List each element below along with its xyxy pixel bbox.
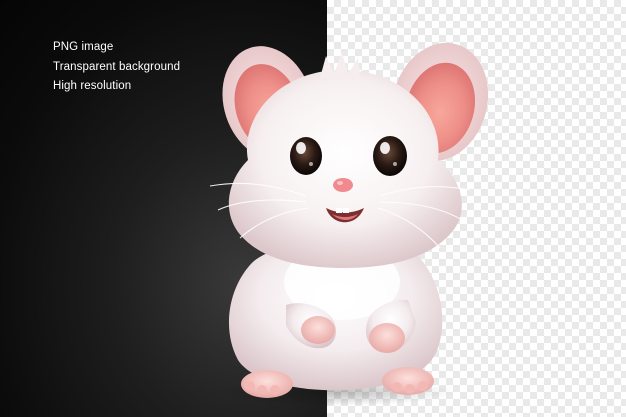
right-eye [373,136,407,176]
left-eye [290,137,322,175]
nose [333,178,353,192]
head-fur-tuft [320,52,360,80]
left-foot [241,370,293,398]
image-canvas: PNG image Transparent background High re… [0,0,626,417]
cartoon-mouse-illustration [209,42,489,406]
right-foot [382,367,434,395]
